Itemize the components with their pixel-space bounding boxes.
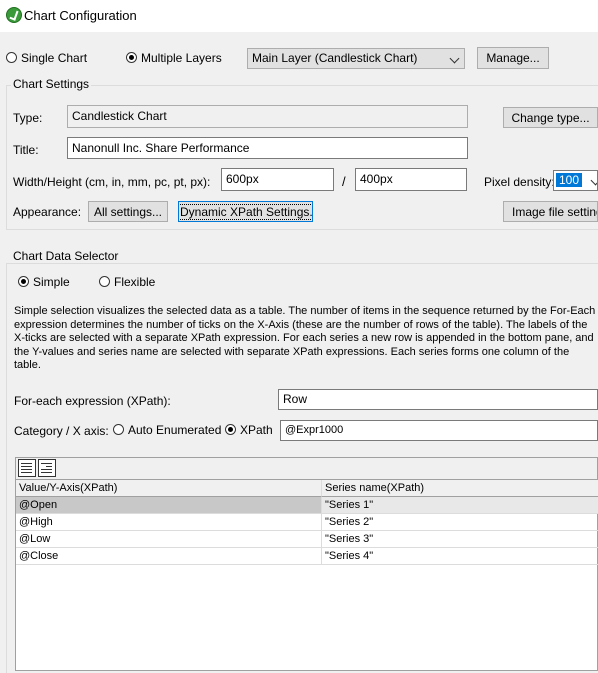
series-grid: Value/Y-Axis(XPath) Series name(XPath) @… [15, 479, 598, 671]
table-row[interactable]: @Low "Series 3" [16, 531, 598, 548]
insert-row-icon[interactable] [38, 459, 56, 477]
grid-header-row: Value/Y-Axis(XPath) Series name(XPath) [16, 480, 598, 497]
chart-data-selector-title: Chart Data Selector [11, 249, 121, 263]
layer-select-value: Main Layer (Candlestick Chart) [252, 51, 418, 65]
image-file-settings-label: Image file settings... [512, 205, 597, 219]
single-chart-label[interactable]: Single Chart [21, 51, 87, 65]
selection-description: Simple selection visualizes the selected… [14, 305, 596, 371]
value-cell[interactable]: @Close [16, 548, 322, 565]
series-grid-toolbar [15, 457, 598, 479]
pixel-density-value: 100 [556, 173, 583, 187]
pixel-density-label: Pixel density: [484, 175, 555, 189]
column-header-series[interactable]: Series name(XPath) [322, 480, 598, 497]
flexible-label[interactable]: Flexible [114, 275, 155, 289]
pixel-density-select[interactable]: 100 [553, 170, 598, 191]
xpath-label[interactable]: XPath [240, 423, 273, 437]
simple-label[interactable]: Simple [33, 275, 70, 289]
series-name-cell[interactable]: "Series 3" [322, 531, 598, 548]
foreach-label: For-each expression (XPath): [14, 394, 171, 408]
single-chart-radio[interactable] [6, 52, 17, 63]
image-file-settings-button[interactable]: Image file settings... [503, 201, 598, 222]
chevron-down-icon [449, 53, 460, 64]
size-separator: / [342, 174, 346, 189]
all-settings-button[interactable]: All settings... [88, 201, 168, 222]
type-field: Candlestick Chart [67, 105, 468, 128]
auto-enumerated-radio[interactable] [113, 424, 124, 435]
manage-button[interactable]: Manage... [477, 47, 549, 69]
value-cell[interactable]: @Low [16, 531, 322, 548]
table-row[interactable]: @Close "Series 4" [16, 548, 598, 565]
chart-settings-title: Chart Settings [11, 77, 92, 91]
simple-radio[interactable] [18, 276, 29, 287]
value-cell[interactable]: @High [16, 514, 322, 531]
height-input[interactable]: 400px [355, 168, 467, 191]
all-settings-label: All settings... [93, 205, 163, 219]
foreach-input[interactable]: Row [278, 389, 598, 410]
chart-title-input[interactable]: Nanonull Inc. Share Performance [67, 137, 468, 159]
window-title: Chart Configuration [24, 8, 137, 23]
size-label: Width/Height (cm, in, mm, pc, pt, px): [13, 175, 211, 189]
multiple-layers-radio[interactable] [126, 52, 137, 63]
app-icon [6, 7, 22, 23]
dynamic-xpath-label: Dynamic XPath Settings... [179, 204, 312, 220]
multiple-layers-label[interactable]: Multiple Layers [141, 51, 222, 65]
column-header-value[interactable]: Value/Y-Axis(XPath) [16, 480, 322, 497]
change-type-button[interactable]: Change type... [503, 107, 598, 128]
series-name-cell[interactable]: "Series 4" [322, 548, 598, 565]
value-cell[interactable]: @Open [16, 497, 322, 514]
category-xpath-input[interactable]: @Expr1000 [280, 420, 598, 441]
flexible-radio[interactable] [99, 276, 110, 287]
width-input[interactable]: 600px [221, 168, 334, 191]
series-name-cell[interactable]: "Series 1" [322, 497, 598, 514]
appearance-label: Appearance: [13, 205, 82, 219]
dynamic-xpath-settings-button[interactable]: Dynamic XPath Settings... [178, 201, 313, 222]
table-row[interactable]: @High "Series 2" [16, 514, 598, 531]
series-name-cell[interactable]: "Series 2" [322, 514, 598, 531]
layer-select[interactable]: Main Layer (Candlestick Chart) [247, 48, 465, 69]
category-label: Category / X axis: [14, 424, 109, 438]
title-label: Title: [13, 143, 39, 157]
change-type-label: Change type... [511, 111, 590, 125]
auto-enumerated-label[interactable]: Auto Enumerated [128, 423, 221, 437]
table-row[interactable]: @Open "Series 1" [16, 497, 598, 514]
type-label: Type: [13, 111, 43, 125]
xpath-radio[interactable] [225, 424, 236, 435]
title-bar: Chart Configuration [0, 0, 598, 32]
manage-button-label: Manage... [486, 51, 540, 65]
chevron-down-icon [590, 175, 597, 186]
append-row-icon[interactable] [18, 459, 36, 477]
